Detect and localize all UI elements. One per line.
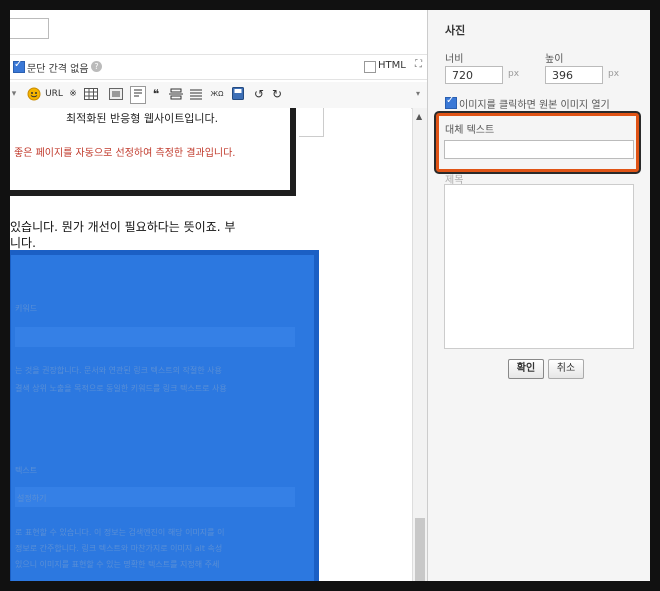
alt-text-input[interactable] — [444, 140, 634, 159]
paragraph-line: 니다. — [10, 236, 36, 250]
save-doc-icon[interactable] — [230, 86, 246, 102]
quote-block[interactable]: 최적화된 반응형 웹사이트입니다. 좋은 페이지를 자동으로 선정하여 측정한 … — [10, 108, 296, 196]
editor-toolbar: ▾ URL ※ ❝ ЖΩ ↺ ↻ — [10, 82, 427, 109]
quote-line-warning: 좋은 페이지를 자동으로 선정하여 측정한 결과입니다. — [14, 148, 236, 159]
selected-text-line: 결색 상위 노출을 목적으로 동일한 키워드를 링크 텍스트로 사용 — [15, 384, 227, 393]
open-original-label: 이미지를 클릭하면 원본 이미지 열기 — [459, 100, 610, 111]
image-layout-icon[interactable] — [108, 86, 124, 102]
emoticon-icon[interactable] — [26, 86, 42, 102]
editor-scrollbar[interactable]: ▲ — [412, 108, 427, 581]
height-input[interactable]: 396 — [545, 66, 603, 84]
selected-text-line: 정보로 간주합니다. 링크 텍스트와 마찬가지로 이미지 alt 속성 — [15, 544, 223, 553]
redo-icon[interactable]: ↻ — [270, 86, 284, 102]
editor-area: 문단 간격 없음 ? HTML ⛶ ▾ URL ※ ❝ — [10, 10, 427, 581]
selected-text-line: 설정하기 — [17, 494, 47, 503]
selected-bar — [15, 487, 295, 507]
selected-text-line: 키워드 — [15, 304, 38, 313]
quote-line: 최적화된 반응형 웹사이트입니다. — [66, 112, 219, 125]
alt-text-label: 대체 텍스트 — [445, 125, 495, 136]
width-label: 너비 — [445, 54, 464, 65]
html-label: HTML — [378, 60, 406, 71]
undo-icon[interactable]: ↺ — [252, 86, 266, 102]
page-break-icon[interactable] — [168, 86, 184, 102]
height-unit: px — [608, 69, 620, 79]
editor-options-row: 문단 간격 없음 ? HTML ⛶ — [10, 54, 427, 80]
description-textarea[interactable] — [444, 184, 634, 349]
selected-text-line: 텍스트 — [15, 466, 38, 475]
paragraph-line: 있습니다. 뭔가 개선이 필요하다는 뜻이죠. 부 — [10, 220, 236, 234]
confirm-button[interactable]: 확인 — [508, 359, 544, 379]
document-body[interactable]: 최적화된 반응형 웹사이트입니다. 좋은 페이지를 자동으로 선정하여 측정한 … — [10, 108, 411, 581]
html-checkbox[interactable] — [364, 61, 376, 73]
width-unit: px — [508, 69, 520, 79]
cancel-button[interactable]: 취소 — [548, 359, 584, 379]
special-mark-button[interactable]: ※ — [66, 86, 80, 102]
help-icon[interactable]: ? — [91, 61, 102, 72]
quote-icon[interactable]: ❝ — [149, 86, 163, 102]
selected-text-line: 는 것을 권장합니다. 문서와 연관된 링크 텍스트의 작절한 사용 — [15, 366, 222, 375]
selected-bar — [15, 327, 295, 347]
scroll-thumb[interactable] — [415, 518, 425, 581]
dropdown-arrow-icon[interactable]: ▾ — [10, 86, 18, 102]
selected-text-line: 로 표현할 수 있습니다. 이 정보는 검색엔진이 해당 이미지를 이 — [15, 528, 225, 537]
title-input[interactable] — [10, 18, 49, 39]
selected-image[interactable]: 키워드 는 것을 권장합니다. 문서와 연관된 링크 텍스트의 작절한 사용 결… — [10, 250, 319, 581]
paragraph-spacing-checkbox[interactable] — [13, 59, 25, 73]
height-label: 높이 — [545, 54, 564, 65]
panel-title: 사진 — [445, 24, 466, 37]
adjacent-block — [299, 108, 324, 137]
expand-icon[interactable]: ⛶ — [415, 59, 422, 70]
scroll-up-icon[interactable]: ▲ — [416, 112, 422, 121]
open-original-checkbox[interactable] — [445, 95, 457, 109]
image-properties-panel: 사진 너비 높이 720 px 396 px 이미지를 클릭하면 원본 이미지 … — [427, 10, 650, 581]
app-frame: 문단 간격 없음 ? HTML ⛶ ▾ URL ※ ❝ — [10, 10, 650, 581]
special-char-button[interactable]: ЖΩ — [206, 86, 228, 102]
selected-text-line: 있으니 이미지를 표현할 수 있는 명확한 텍스트를 지정해 주세 — [15, 560, 220, 569]
url-button[interactable]: URL — [44, 86, 64, 102]
list-icon[interactable] — [188, 86, 204, 102]
toolbar-collapse-icon[interactable]: ▾ — [416, 89, 420, 98]
width-input[interactable]: 720 — [445, 66, 503, 84]
table-icon[interactable] — [83, 86, 99, 102]
paragraph-spacing-label: 문단 간격 없음 — [27, 64, 89, 75]
horizontal-line-icon[interactable] — [130, 86, 146, 104]
